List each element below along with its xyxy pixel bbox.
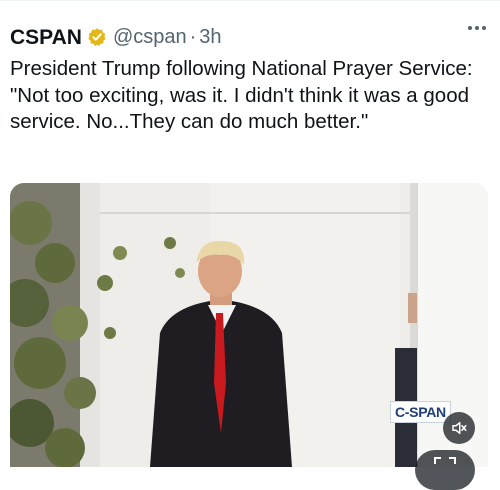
author-name[interactable]: CSPAN — [10, 27, 82, 48]
fullscreen-button[interactable] — [415, 450, 475, 490]
speaker-muted-icon — [452, 422, 467, 434]
fullscreen-icon — [434, 457, 456, 464]
mute-button[interactable] — [443, 412, 475, 444]
verified-badge-icon — [87, 27, 107, 47]
cspan-watermark: C-SPAN — [390, 401, 451, 423]
video-frame — [10, 183, 488, 467]
tweet-text: President Trump following National Praye… — [10, 57, 473, 133]
tweet-header: CSPAN @cspan · 3h — [10, 22, 488, 52]
separator-dot: · — [189, 25, 197, 48]
post-time[interactable]: 3h — [199, 26, 221, 49]
more-options-icon[interactable] — [468, 26, 486, 30]
author-handle[interactable]: @cspan — [113, 26, 187, 49]
top-divider — [0, 0, 500, 1]
video-player[interactable]: C-SPAN — [10, 183, 488, 467]
